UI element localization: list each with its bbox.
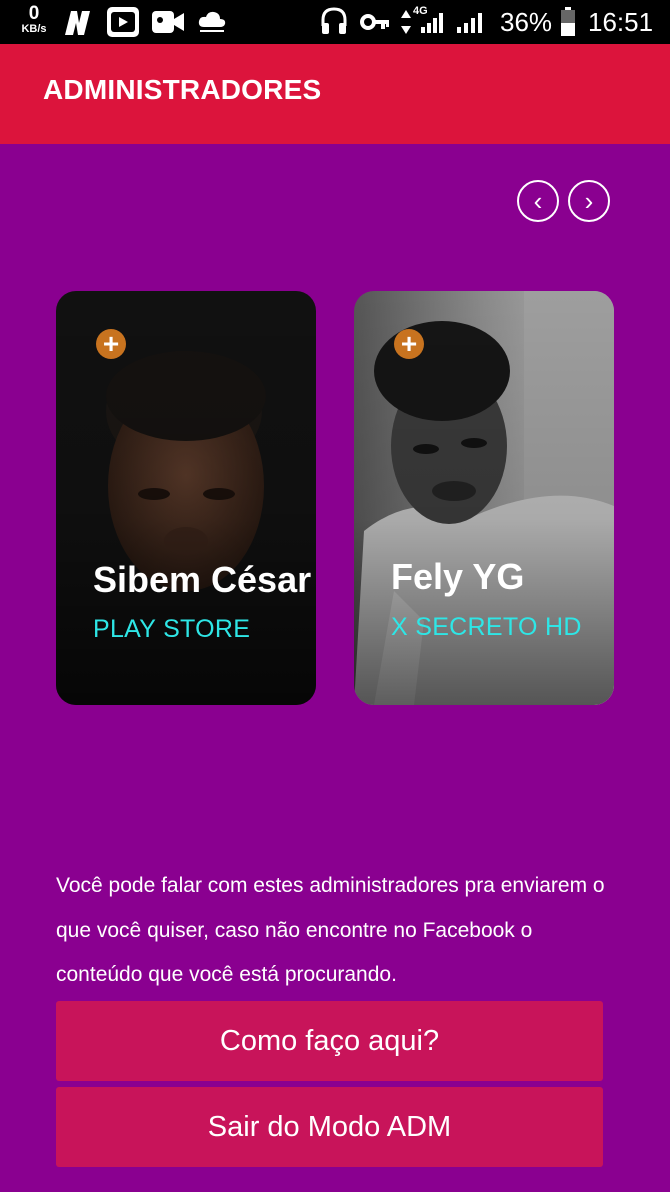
- signal-bars-icon: [421, 13, 443, 33]
- youtube-icon: [107, 7, 139, 37]
- carousel-prev-button[interactable]: ‹: [517, 180, 559, 222]
- admin-subtitle: PLAY STORE: [93, 615, 251, 643]
- vpn-key-icon: [360, 14, 389, 30]
- app-bar: ADMINISTRADORES: [0, 44, 670, 144]
- admin-card-fely[interactable]: + Fely YG X SECRETO HD: [354, 291, 614, 705]
- add-circle-icon[interactable]: +: [394, 329, 424, 359]
- clock-time: 16:51: [588, 7, 654, 37]
- exit-admin-mode-button[interactable]: Sair do Modo ADM: [56, 1087, 603, 1167]
- admin-card-sibem[interactable]: + Sibem César PLAY STORE: [56, 291, 316, 705]
- network-speed-unit: KB/s: [21, 23, 47, 35]
- chevron-right-icon: ›: [584, 186, 594, 216]
- info-text: Você pode falar com estes administradore…: [56, 874, 605, 986]
- admin-subtitle: X SECRETO HD: [391, 613, 582, 641]
- signal-bars-icon-2: [457, 13, 482, 33]
- page-title: ADMINISTRADORES: [43, 74, 322, 105]
- status-bar: 0 KB/s 4G 36% 16:51: [0, 0, 670, 44]
- battery-icon: [561, 7, 575, 36]
- video-camera-icon: [152, 11, 184, 33]
- netflix-icon: [65, 11, 90, 35]
- chevron-left-icon: ‹: [533, 186, 543, 216]
- battery-percent: 36%: [500, 7, 553, 37]
- weather-cloud-icon: [198, 11, 226, 32]
- how-to-button[interactable]: Como faço aqui?: [56, 1001, 603, 1081]
- network-speed: 0 KB/s: [18, 4, 50, 35]
- admin-name: Fely YG: [391, 556, 525, 597]
- network-speed-value: 0: [28, 3, 40, 24]
- admin-name: Sibem César: [93, 559, 312, 600]
- add-circle-icon[interactable]: +: [96, 329, 126, 359]
- carousel-next-button[interactable]: ›: [568, 180, 610, 222]
- data-arrows-icon: [401, 10, 411, 34]
- admin-photo: [354, 291, 614, 705]
- headphones-icon: [321, 7, 347, 34]
